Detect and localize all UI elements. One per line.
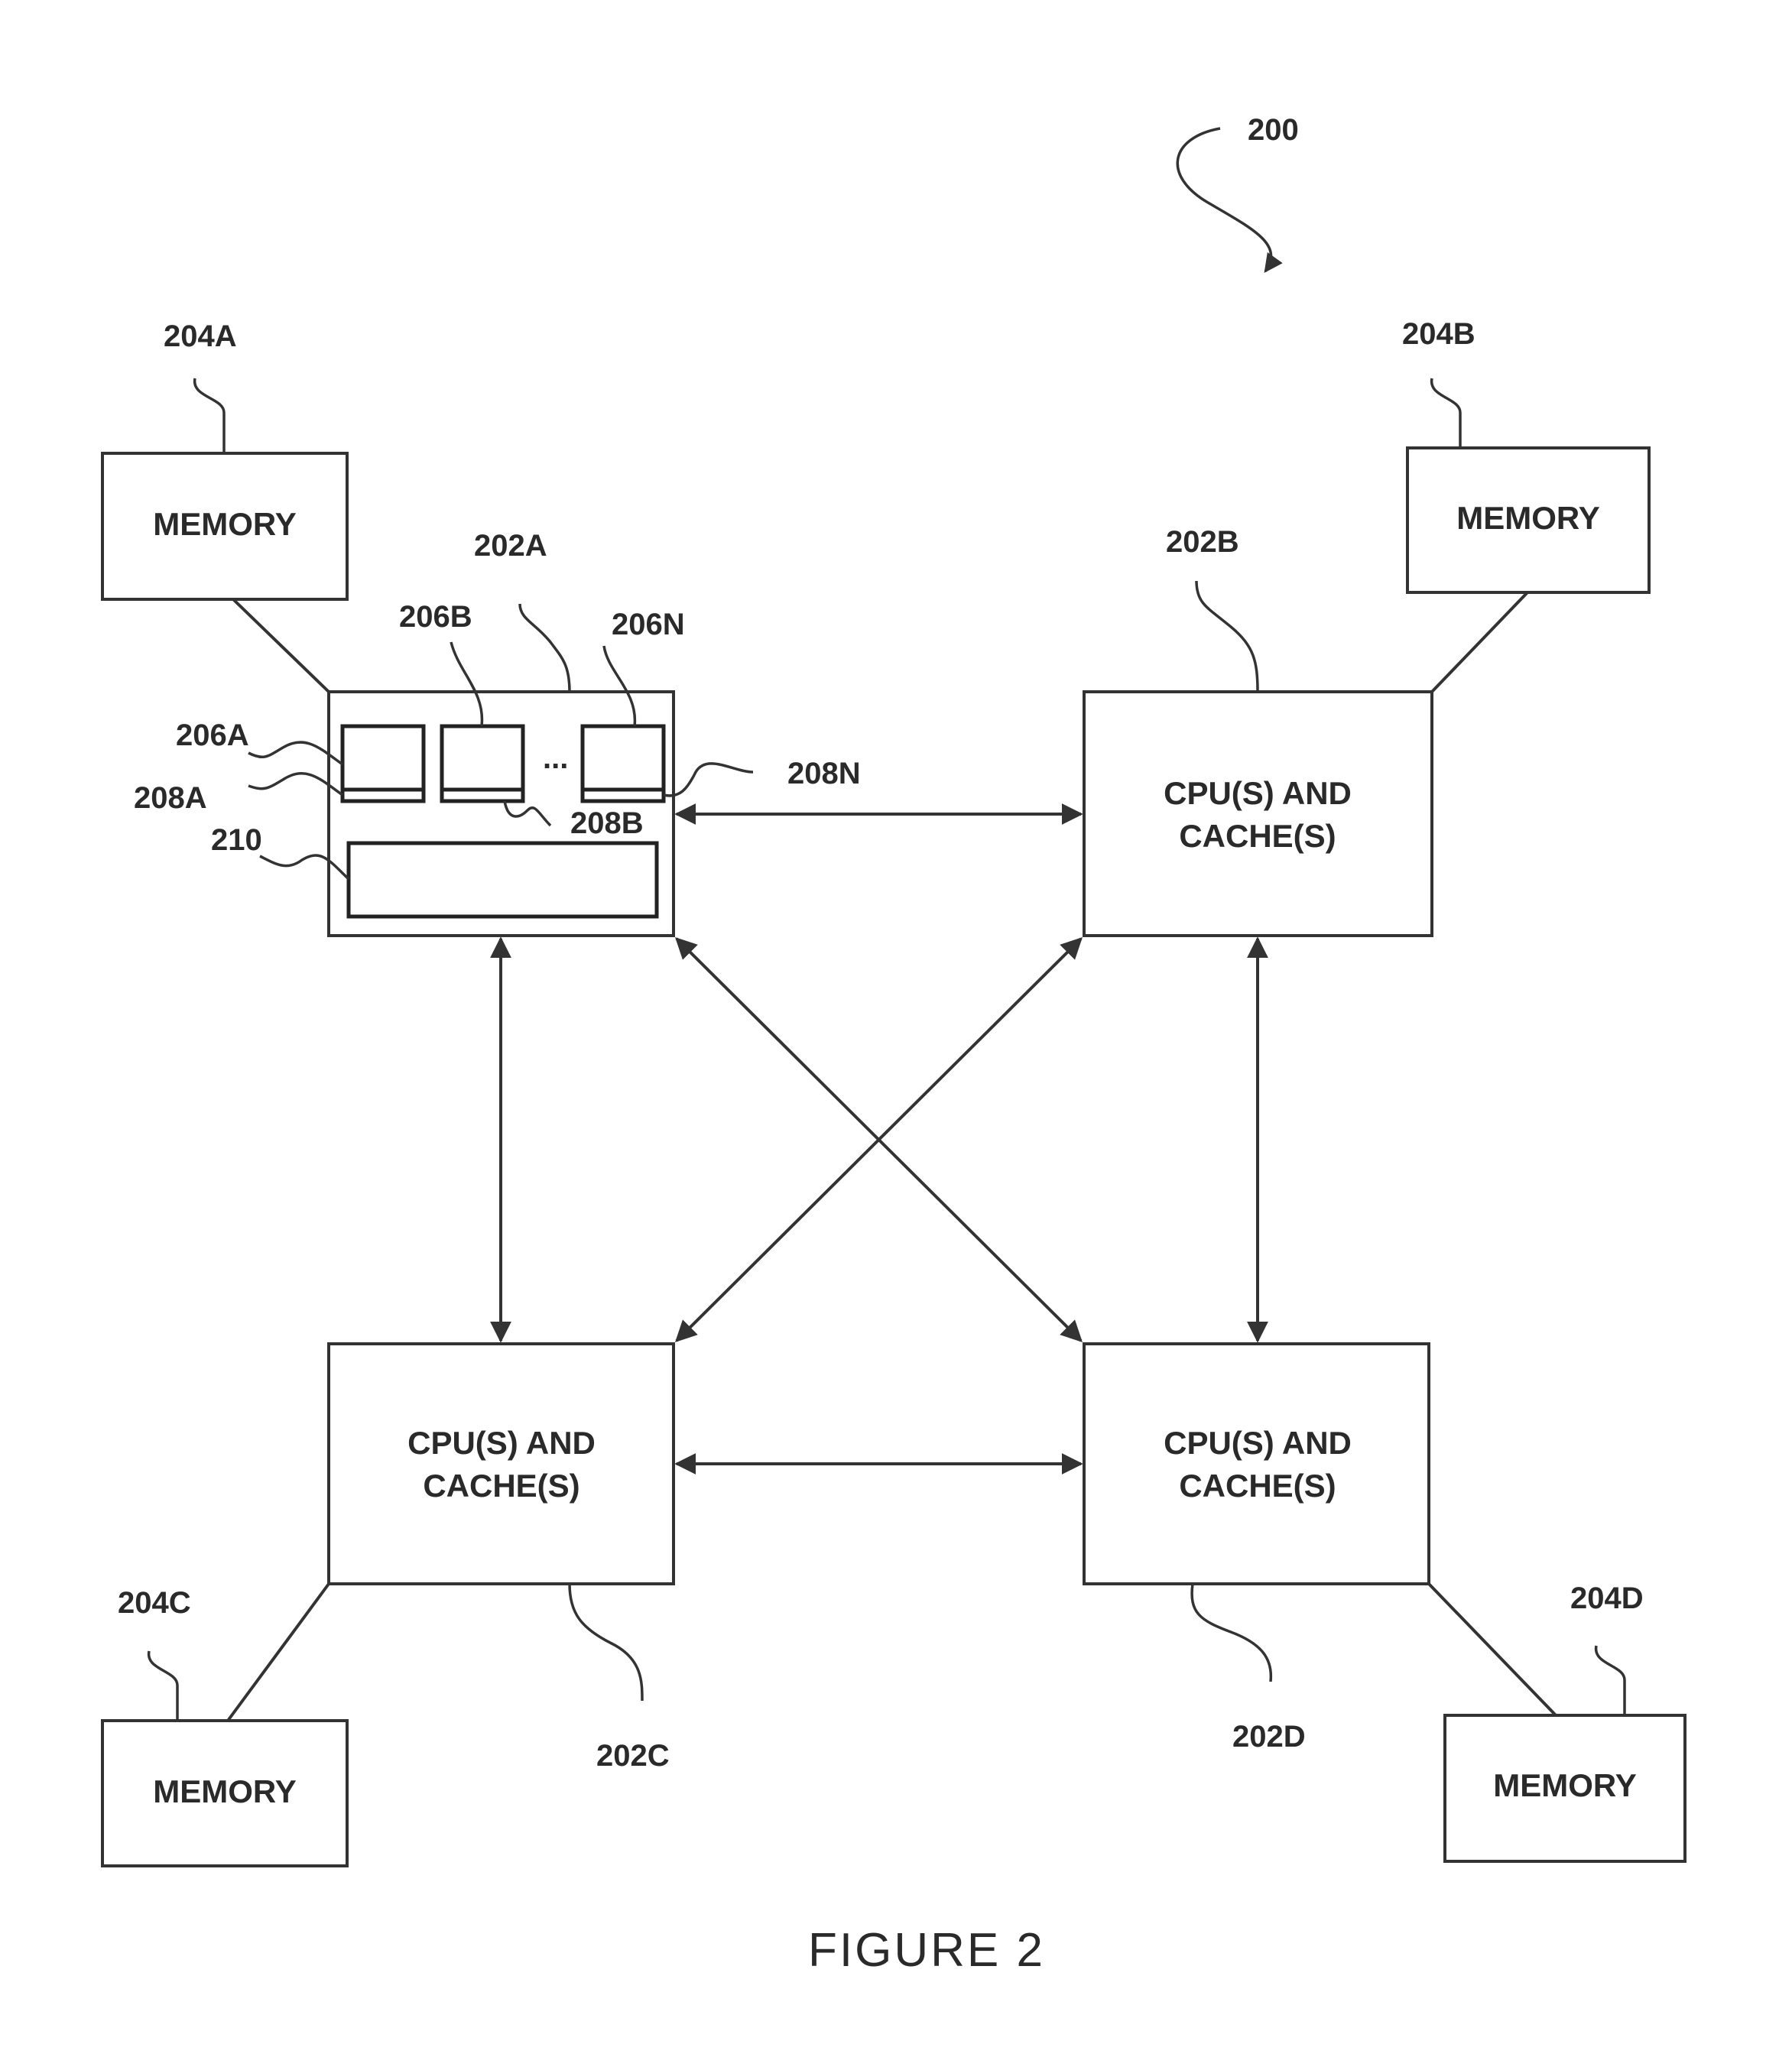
ref-202a: 202A bbox=[474, 529, 547, 563]
memory-label-204b: MEMORY bbox=[1456, 500, 1599, 536]
figure-caption: FIGURE 2 bbox=[808, 1924, 1045, 1977]
node-box-202d bbox=[1083, 1342, 1430, 1585]
node-text-202d-line1: CPU(S) AND bbox=[1164, 1425, 1352, 1461]
leader-204a bbox=[193, 378, 226, 453]
ref-208n: 208N bbox=[787, 757, 861, 790]
memory-label-204a: MEMORY bbox=[153, 506, 296, 542]
figure-ref-arrow bbox=[1176, 127, 1283, 273]
ref-202d: 202D bbox=[1232, 1720, 1306, 1754]
system-diagram: 200 MEMORY 204A MEMORY 204B MEMORY 204C … bbox=[101, 113, 1686, 1977]
link-202d-204d bbox=[1427, 1582, 1557, 1717]
ref-206n: 206N bbox=[612, 608, 685, 641]
leader-202a bbox=[518, 603, 571, 693]
ref-204d: 204D bbox=[1570, 1582, 1644, 1615]
ref-204a: 204A bbox=[164, 320, 237, 353]
ref-204b: 204B bbox=[1402, 317, 1475, 351]
memory-label-204c: MEMORY bbox=[153, 1773, 296, 1809]
ref-202c: 202C bbox=[596, 1739, 670, 1773]
node-text-202c-line2: CACHE(S) bbox=[423, 1468, 579, 1504]
leader-202d bbox=[1190, 1583, 1273, 1682]
leader-204d bbox=[1595, 1645, 1626, 1715]
node-text-202b-line2: CACHE(S) bbox=[1179, 818, 1336, 854]
link-202a-204a bbox=[232, 598, 330, 693]
ref-206b: 206B bbox=[399, 600, 472, 634]
ref-206a: 206A bbox=[176, 719, 249, 752]
leader-202b bbox=[1195, 580, 1259, 693]
leader-204c bbox=[148, 1650, 179, 1721]
leader-202c bbox=[568, 1583, 644, 1702]
ref-208a: 208A bbox=[134, 781, 207, 815]
ref-210: 210 bbox=[211, 823, 262, 857]
memory-label-204d: MEMORY bbox=[1493, 1767, 1636, 1803]
ref-202b: 202B bbox=[1166, 525, 1239, 559]
leader-204b bbox=[1430, 378, 1462, 448]
leader-208n bbox=[663, 762, 754, 797]
ref-208b: 208B bbox=[570, 806, 644, 840]
node-text-202d-line2: CACHE(S) bbox=[1179, 1468, 1336, 1504]
node-box-202c bbox=[327, 1342, 675, 1585]
node-text-202b-line1: CPU(S) AND bbox=[1164, 775, 1352, 811]
figure-ref-label: 200 bbox=[1248, 113, 1299, 147]
ellipsis: ... bbox=[543, 741, 568, 775]
link-202b-204b bbox=[1430, 591, 1529, 693]
node-text-202c-line1: CPU(S) AND bbox=[407, 1425, 596, 1461]
node-box-202b bbox=[1083, 690, 1433, 937]
ref-204c: 204C bbox=[118, 1586, 191, 1620]
link-202c-204c bbox=[226, 1582, 330, 1722]
